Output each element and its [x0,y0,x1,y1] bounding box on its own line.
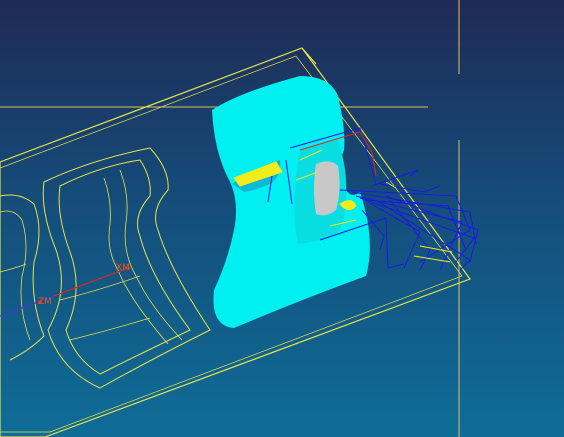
3d-viewport[interactable]: XM ZM [0,0,564,437]
x-axis-label: XM [116,263,130,273]
z-axis-label: ZM [38,297,52,307]
cam-scene[interactable] [0,0,564,437]
